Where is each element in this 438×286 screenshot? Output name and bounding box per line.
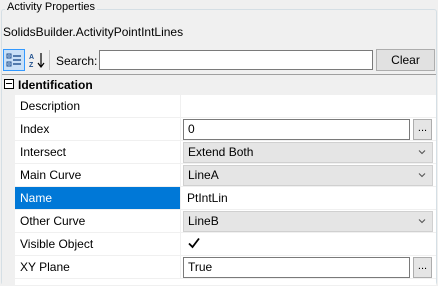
main-curve-dropdown[interactable]: LineA (183, 165, 433, 186)
property-value-visible-object[interactable] (182, 233, 436, 255)
index-edit-field[interactable]: 0 (183, 119, 410, 140)
ellipsis-button[interactable]: ... (413, 119, 432, 140)
chevron-down-icon (418, 219, 426, 224)
search-label: Search: (56, 54, 98, 68)
property-value-index[interactable]: 0 ... (182, 118, 436, 140)
property-row-intersect[interactable]: Intersect Extend Both (15, 141, 436, 164)
property-value-text: True (188, 260, 213, 274)
alphabetical-sort-icon: A Z (29, 53, 45, 69)
property-name: Main Curve (15, 164, 181, 186)
property-row-description[interactable]: Description (15, 95, 436, 118)
property-value-other-curve[interactable]: LineB (182, 210, 436, 232)
property-row-name[interactable]: Name PtIntLin (15, 187, 436, 210)
property-value-text: Extend Both (188, 145, 254, 159)
property-row-visible-object[interactable]: Visible Object (15, 233, 436, 256)
property-value-text: PtIntLin (187, 191, 228, 205)
selected-object-name: SolidsBuilder.ActivityPointIntLines (3, 25, 184, 39)
property-value-text: LineA (188, 168, 219, 182)
property-name: Other Curve (15, 210, 181, 232)
search-input[interactable] (99, 50, 373, 70)
categorized-icon (6, 53, 21, 67)
property-value-intersect[interactable]: Extend Both (182, 141, 436, 163)
property-row-other-curve[interactable]: Other Curve LineB (15, 210, 436, 233)
xy-plane-edit-field[interactable]: True (183, 257, 410, 278)
property-name: Name (15, 187, 181, 209)
property-name: Description (15, 95, 181, 117)
property-value-description[interactable] (182, 95, 436, 117)
property-name: Index (15, 118, 181, 140)
grid-margin (2, 95, 15, 286)
ellipsis-button[interactable]: ... (413, 257, 432, 278)
property-value-name[interactable]: PtIntLin (182, 187, 436, 209)
collapse-icon[interactable] (4, 79, 14, 89)
checkmark-icon[interactable] (187, 236, 201, 250)
alphabetical-button[interactable]: A Z (26, 49, 48, 71)
property-name: XY Plane (15, 256, 181, 278)
category-label: Identification (18, 78, 93, 92)
property-name: Intersect (15, 141, 181, 163)
property-grid: Identification Description Index 0 ... I… (2, 74, 436, 286)
property-row-index[interactable]: Index 0 ... (15, 118, 436, 141)
property-row-main-curve[interactable]: Main Curve LineA (15, 164, 436, 187)
intersect-dropdown[interactable]: Extend Both (183, 142, 433, 163)
toolbar-separator (49, 50, 50, 70)
property-value-text: LineB (188, 214, 219, 228)
other-curve-dropdown[interactable]: LineB (183, 211, 433, 232)
property-value-xy-plane[interactable]: True ... (182, 256, 436, 278)
property-name: Visible Object (15, 233, 181, 255)
chevron-down-icon (418, 150, 426, 155)
property-row-xy-plane[interactable]: XY Plane True ... (15, 256, 436, 279)
categorized-button[interactable] (3, 49, 25, 71)
clear-button[interactable]: Clear (376, 49, 435, 71)
svg-text:A: A (29, 54, 34, 61)
property-value-text: 0 (188, 122, 195, 136)
property-value-main-curve[interactable]: LineA (182, 164, 436, 186)
chevron-down-icon (418, 173, 426, 178)
svg-text:Z: Z (29, 62, 34, 69)
category-row-identification[interactable]: Identification (2, 75, 436, 95)
group-title: Activity Properties (5, 1, 98, 13)
property-grid-toolbar: A Z Search: Clear (2, 47, 436, 73)
